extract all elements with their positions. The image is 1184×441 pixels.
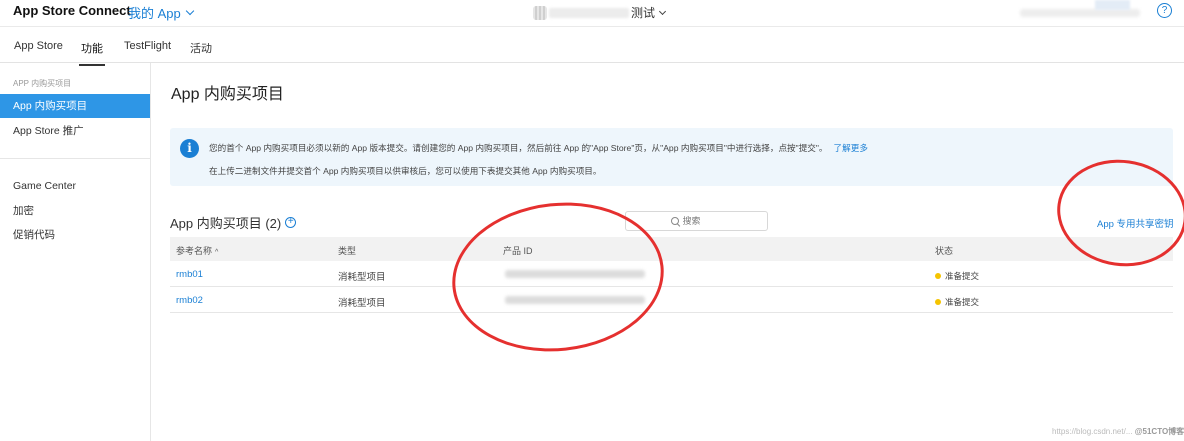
info-text-line2: 在上传二进制文件并提交首个 App 内购买项目以供审核后，您可以使用下表提交其他… xyxy=(209,166,602,176)
table-row[interactable]: rmb01 消耗型项目 准备提交 xyxy=(170,261,1173,287)
app-title-suffix: 测试 xyxy=(631,6,656,20)
app-icon xyxy=(533,5,547,20)
my-apps-label: 我的 App xyxy=(128,6,181,21)
redacted-account[interactable] xyxy=(1020,9,1140,17)
app-switcher[interactable]: 测试 xyxy=(533,4,667,21)
table-header: 参考名称 ^ 类型 产品 ID 状态 xyxy=(170,237,1173,261)
status-badge: 准备提交 xyxy=(935,296,979,308)
search-icon xyxy=(670,216,680,226)
col-product-id: 产品 ID xyxy=(503,246,533,256)
my-apps-menu[interactable]: 我的 App xyxy=(128,3,194,22)
status-dot-icon xyxy=(935,273,941,279)
col-type: 类型 xyxy=(338,246,357,256)
status-dot-icon xyxy=(935,299,941,305)
tab-testflight[interactable]: TestFlight xyxy=(124,40,171,52)
sidebar-heading: APP 内购买项目 xyxy=(13,79,72,88)
table-row[interactable]: rmb02 消耗型项目 准备提交 xyxy=(170,287,1173,313)
sidebar-item-in-app-purchases[interactable]: App 内购买项目 xyxy=(0,94,150,118)
sidebar: APP 内购买项目 App 内购买项目 App Store 推广 Game Ce… xyxy=(0,63,151,441)
chevron-down-icon xyxy=(185,6,194,16)
iap-table: 参考名称 ^ 类型 产品 ID 状态 rmb01 消耗型项目 准备提交 rmb02… xyxy=(170,237,1173,313)
status-badge: 准备提交 xyxy=(935,270,979,282)
sort-caret-icon: ^ xyxy=(215,249,219,256)
type-cell: 消耗型项目 xyxy=(338,272,386,283)
redacted-product-id xyxy=(505,270,645,278)
top-header: App Store Connect 我的 App 测试 ? xyxy=(0,0,1184,26)
col-ref-name[interactable]: 参考名称 ^ xyxy=(176,244,218,257)
info-icon: i xyxy=(180,139,199,158)
ref-name-link[interactable]: rmb02 xyxy=(176,295,203,306)
sidebar-item-encryption[interactable]: 加密 xyxy=(0,199,150,223)
redacted-app-name xyxy=(549,7,629,18)
info-text-line1: 您的首个 App 内购买项目必须以新的 App 版本提交。请创建您的 App 内… xyxy=(209,142,868,154)
search-input[interactable] xyxy=(682,216,723,226)
page-title: App 内购买项目 xyxy=(171,86,284,103)
type-cell: 消耗型项目 xyxy=(338,298,386,309)
watermark: https://blog.csdn.net/... @51CTO博客 xyxy=(1052,427,1184,436)
section-title: App 内购买项目 (2) + xyxy=(170,213,297,232)
add-plus-icon[interactable]: + xyxy=(285,217,297,228)
sidebar-divider xyxy=(0,158,150,159)
info-banner: i 您的首个 App 内购买项目必须以新的 App 版本提交。请创建您的 App… xyxy=(170,128,1173,186)
sidebar-item-promo-codes[interactable]: 促销代码 xyxy=(0,223,150,247)
ref-name-link[interactable]: rmb01 xyxy=(176,269,203,280)
sidebar-item-app-store-promotion[interactable]: App Store 推广 xyxy=(0,119,150,143)
chevron-down-icon xyxy=(658,7,667,15)
brand-title[interactable]: App Store Connect xyxy=(13,3,131,18)
info-text: 您的首个 App 内购买项目必须以新的 App 版本提交。请创建您的 App 内… xyxy=(209,143,828,153)
help-icon[interactable]: ? xyxy=(1157,3,1172,18)
tab-app-store[interactable]: App Store xyxy=(14,40,63,52)
shared-secret-link[interactable]: App 专用共享密钥 xyxy=(1097,216,1174,230)
redacted-account-avatar xyxy=(1095,0,1130,10)
learn-more-link[interactable]: 了解更多 xyxy=(834,143,868,153)
tab-activity[interactable]: 活动 xyxy=(190,40,212,56)
tab-features[interactable]: 功能 xyxy=(79,40,105,66)
search-box[interactable] xyxy=(625,211,768,231)
redacted-product-id xyxy=(505,296,645,304)
sidebar-item-game-center[interactable]: Game Center xyxy=(0,174,150,198)
main-tabs: App Store 功能 TestFlight 活动 xyxy=(0,26,1184,66)
col-status: 状态 xyxy=(935,246,954,256)
section-title-text: App 内购买项目 (2) xyxy=(170,216,282,231)
